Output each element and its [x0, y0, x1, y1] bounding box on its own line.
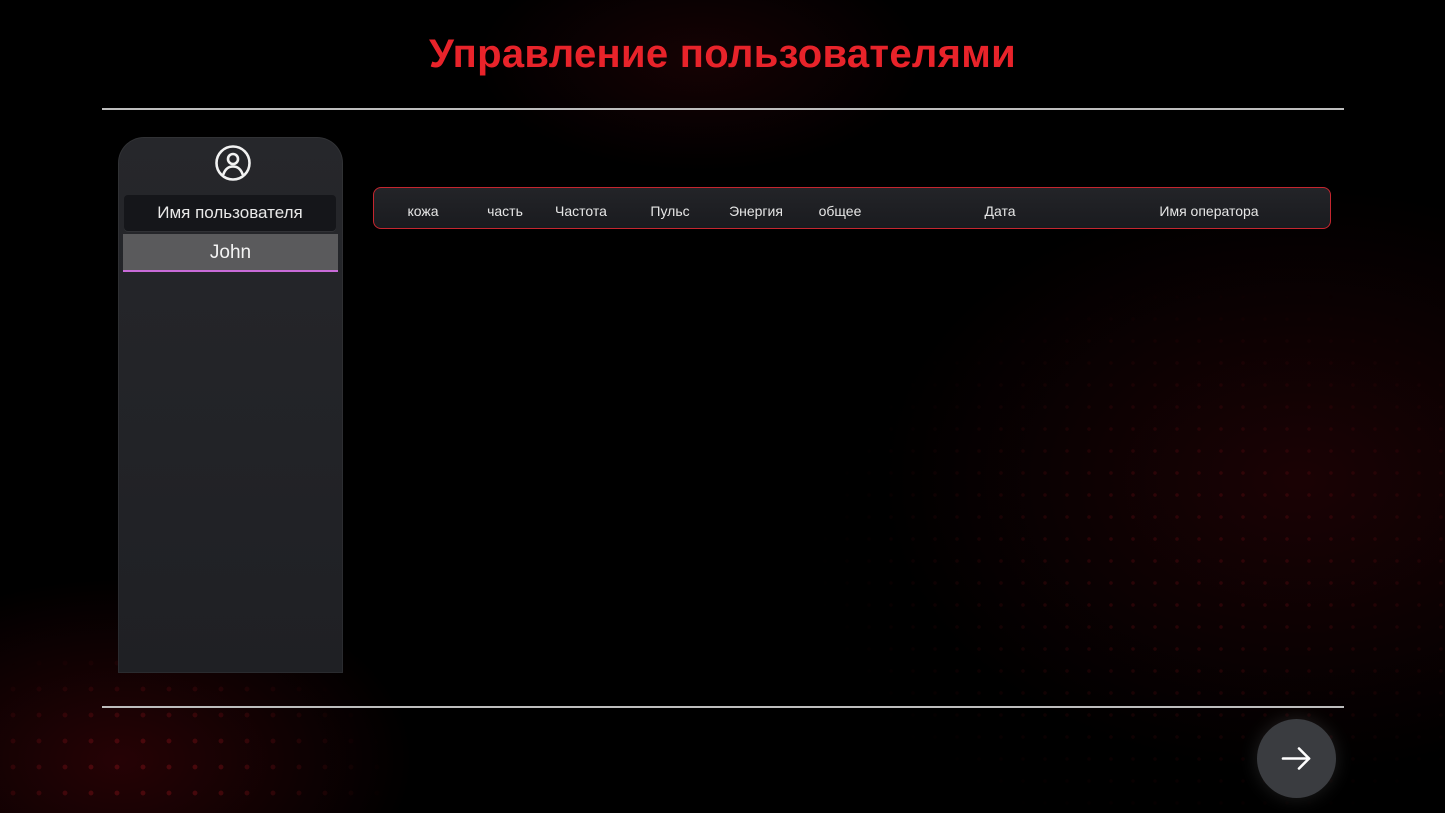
user-list-panel: Имя пользователя John: [118, 137, 343, 673]
bottom-divider: [102, 706, 1344, 708]
column-header-pulse: Пульс: [650, 203, 690, 219]
user-list-item-john[interactable]: John: [123, 234, 338, 272]
top-divider: [102, 108, 1344, 110]
arrow-right-icon: [1281, 747, 1311, 770]
column-header-frequency: Частота: [555, 203, 607, 219]
column-header-operator-name: Имя оператора: [1159, 203, 1259, 219]
user-management-screen: Управление пользователями Имя пользовате…: [0, 0, 1445, 813]
column-header-total: общее: [818, 203, 862, 219]
column-header-skin: кожа: [407, 203, 439, 219]
records-table-header: кожа часть Частота Пульс Энергия общее Д…: [373, 187, 1331, 229]
user-circle-icon: [215, 145, 251, 181]
column-header-energy: Энергия: [729, 203, 783, 219]
next-button[interactable]: [1257, 719, 1336, 798]
user-list-header: Имя пользователя: [124, 195, 336, 231]
page-title: Управление пользователями: [429, 32, 1016, 76]
column-header-date: Дата: [984, 203, 1016, 219]
column-header-part: часть: [487, 203, 523, 219]
